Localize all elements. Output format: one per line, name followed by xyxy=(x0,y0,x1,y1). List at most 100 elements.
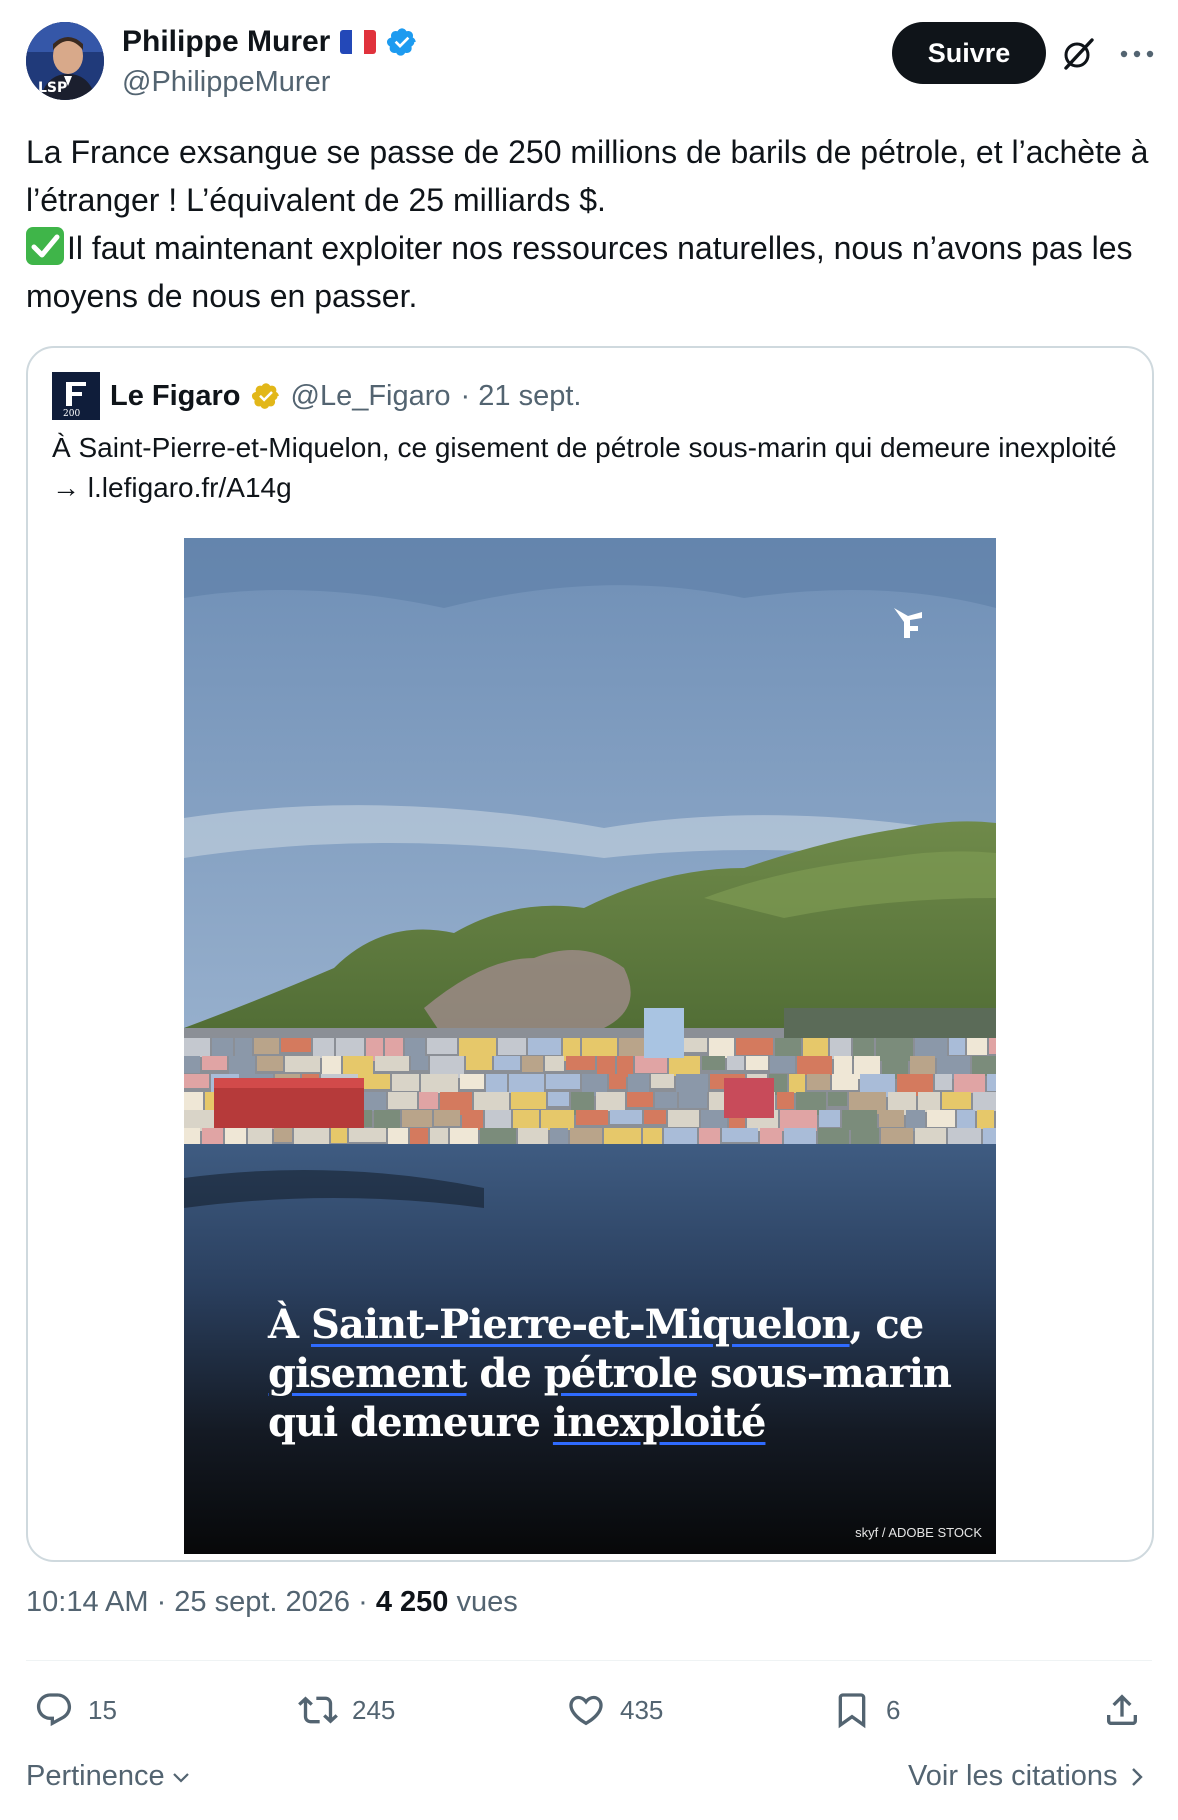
house-shape xyxy=(777,1092,794,1109)
quoted-tweet-image[interactable]: À Saint-Pierre-et-Miquelon, ce gisement … xyxy=(184,538,996,1554)
house-shape xyxy=(851,1128,879,1144)
views-label: vues xyxy=(448,1586,518,1618)
house-shape xyxy=(410,1128,428,1144)
house-shape xyxy=(610,1110,642,1124)
house-shape xyxy=(480,1128,516,1145)
house-shape xyxy=(566,1056,595,1070)
house-shape xyxy=(349,1128,386,1142)
house-shape xyxy=(474,1092,509,1110)
bookmark-button[interactable]: 6 xyxy=(832,1688,900,1732)
house-shape xyxy=(596,1092,625,1111)
author-name-row[interactable]: Philippe Murer xyxy=(122,22,418,62)
house-shape xyxy=(257,1056,283,1071)
quoted-author-name[interactable]: Le Figaro xyxy=(110,380,241,413)
house-shape xyxy=(427,1038,457,1054)
follow-button[interactable]: Suivre xyxy=(892,22,1046,84)
bookmark-count: 6 xyxy=(886,1694,901,1725)
house-shape xyxy=(550,1128,568,1145)
house-shape xyxy=(910,1056,935,1074)
house-shape xyxy=(360,1074,390,1089)
house-shape xyxy=(411,1056,428,1070)
house-shape xyxy=(746,1056,768,1070)
house-shape xyxy=(546,1074,580,1089)
image-headline: À Saint-Pierre-et-Miquelon, ce gisement … xyxy=(268,1300,968,1447)
house-shape xyxy=(915,1038,947,1058)
share-button[interactable] xyxy=(1102,1688,1142,1732)
france-flag-icon xyxy=(340,30,377,54)
le-figaro-avatar[interactable]: 200 xyxy=(52,372,100,420)
house-shape xyxy=(274,1128,292,1142)
house-shape xyxy=(402,1110,432,1127)
house-shape xyxy=(651,1074,674,1088)
house-shape xyxy=(954,1074,985,1093)
house-shape xyxy=(668,1110,699,1127)
tweet-timestamp[interactable]: 10:14 AM · 25 sept. 2026 · 4 250 vues xyxy=(26,1586,518,1619)
reply-count: 15 xyxy=(88,1694,117,1725)
quoted-author-handle[interactable]: @Le_Figaro xyxy=(291,380,451,413)
house-shape xyxy=(494,1056,520,1070)
share-icon xyxy=(1107,1694,1137,1725)
house-shape xyxy=(701,1110,727,1128)
house-shape xyxy=(775,1038,801,1056)
repost-button[interactable]: 245 xyxy=(298,1688,395,1732)
house-shape xyxy=(392,1074,419,1091)
house-shape xyxy=(313,1038,334,1058)
sort-dropdown[interactable]: Pertinence xyxy=(26,1760,193,1793)
grok-icon[interactable] xyxy=(1060,36,1096,72)
reply-icon xyxy=(36,1693,72,1727)
tweet-text-paragraph-2: Il faut maintenant exploiter nos ressour… xyxy=(26,224,1156,320)
house-shape xyxy=(644,1110,666,1124)
headline-link-petrole: pétrole xyxy=(543,1350,698,1397)
reply-button[interactable]: 15 xyxy=(34,1688,117,1732)
house-shape xyxy=(184,1074,209,1088)
headline-text-3: de xyxy=(466,1350,544,1397)
tweet-time[interactable]: 10:14 AM · 25 sept. 2026 · xyxy=(26,1586,376,1618)
house-shape xyxy=(582,1038,617,1056)
house-shape xyxy=(803,1038,828,1056)
house-shape xyxy=(419,1092,438,1109)
house-shape xyxy=(462,1110,483,1130)
house-shape xyxy=(842,1110,877,1130)
quoted-tweet-header[interactable]: Le Figaro @Le_Figaro · 21 sept. xyxy=(110,372,581,420)
house-shape xyxy=(679,1092,707,1108)
tweet-text-paragraph-1: La France exsangue se passe de 250 milli… xyxy=(26,134,1149,218)
tweet-text: La France exsangue se passe de 250 milli… xyxy=(26,128,1156,320)
views-count: 4 250 xyxy=(375,1586,449,1618)
author-name[interactable]: Philippe Murer xyxy=(122,22,330,62)
house-shape xyxy=(202,1056,227,1070)
author-handle[interactable]: @PhilippeMurer xyxy=(122,64,330,100)
headline-text-2: , ce xyxy=(849,1301,925,1348)
house-shape xyxy=(807,1074,830,1090)
house-shape xyxy=(628,1074,649,1092)
house-shape xyxy=(797,1056,832,1075)
house-shape xyxy=(949,1038,965,1055)
house-shape xyxy=(770,1056,795,1073)
house-shape xyxy=(973,1092,996,1111)
like-button[interactable]: 435 xyxy=(566,1688,663,1732)
more-options-icon[interactable] xyxy=(1116,36,1158,72)
house-shape xyxy=(942,1092,971,1109)
headline-text-1: À xyxy=(268,1301,311,1348)
house-shape xyxy=(935,1074,952,1090)
author-avatar[interactable]: LSP xyxy=(26,22,104,100)
house-shape xyxy=(336,1038,364,1056)
quoted-tweet-card[interactable]: 200 Le Figaro @Le_Figaro · 21 sept. À Sa… xyxy=(26,346,1154,1562)
house-shape xyxy=(513,1110,539,1128)
headline-link-saint-pierre: Saint-Pierre-et-Miquelon xyxy=(310,1301,851,1348)
house-shape xyxy=(281,1038,311,1052)
headline-link-gisement: gisement xyxy=(268,1350,467,1397)
house-shape xyxy=(957,1110,975,1128)
house-shape xyxy=(184,1056,200,1073)
quoted-tweet-date[interactable]: · 21 sept. xyxy=(461,380,582,413)
verified-badge-icon[interactable] xyxy=(386,26,418,58)
headline-link-inexploite: inexploité xyxy=(552,1399,767,1446)
view-quotes-link[interactable]: Voir les citations xyxy=(908,1760,1146,1793)
house-shape xyxy=(987,1074,996,1091)
house-shape xyxy=(285,1056,320,1072)
house-shape xyxy=(699,1128,720,1145)
house-shape xyxy=(388,1092,417,1109)
house-shape xyxy=(627,1092,653,1107)
house-shape xyxy=(736,1038,773,1055)
house-shape xyxy=(405,1038,425,1056)
house-shape xyxy=(983,1128,996,1146)
